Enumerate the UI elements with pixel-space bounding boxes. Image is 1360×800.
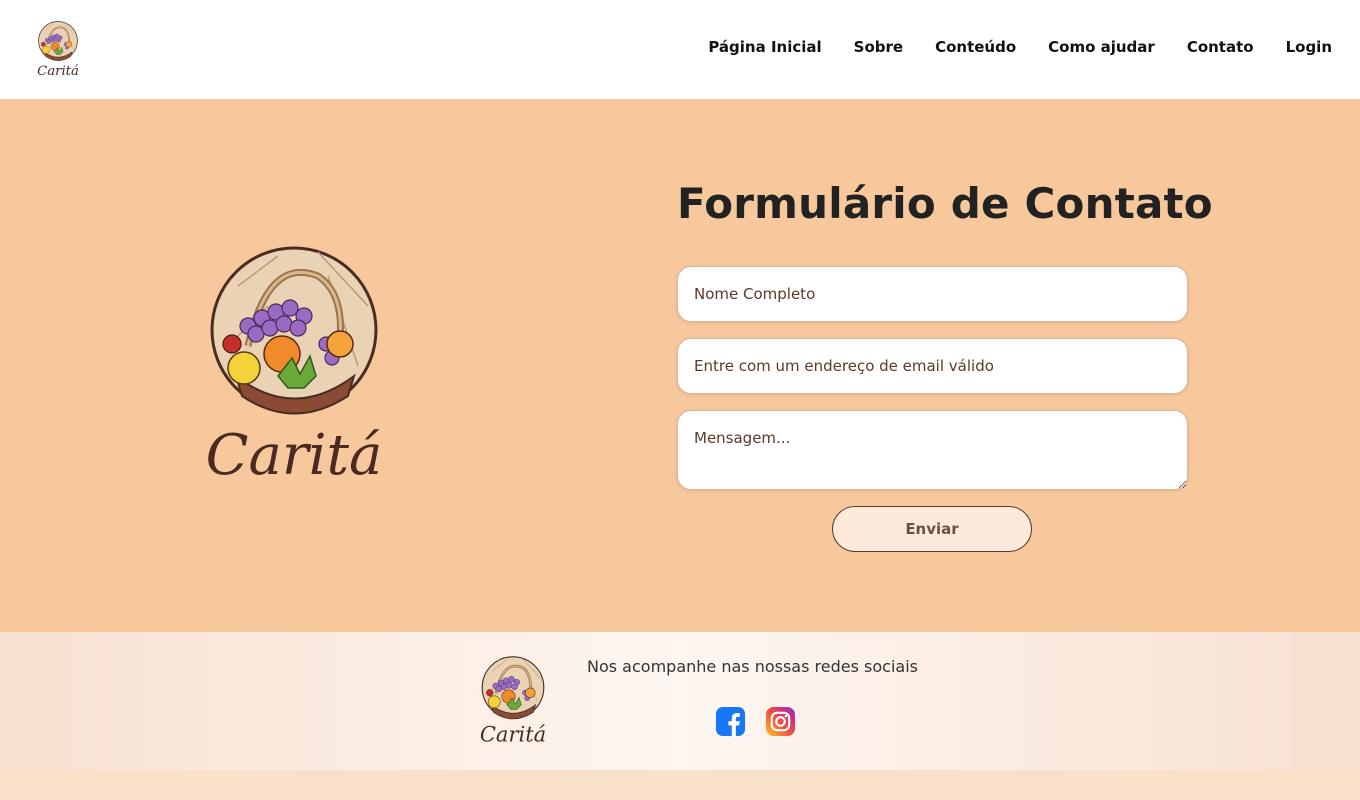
facebook-icon[interactable] — [715, 706, 746, 737]
social-follow-text: Nos acompanhe nas nossas redes sociais — [587, 657, 918, 676]
nav-item-sobre[interactable]: Sobre — [854, 38, 903, 56]
site-header: Página Inicial Sobre Conteúdo Como ajuda… — [0, 0, 1360, 99]
nav-item-como-ajudar[interactable]: Como ajudar — [1048, 38, 1155, 56]
message-textarea[interactable] — [677, 410, 1188, 490]
nav-item-pagina-inicial[interactable]: Página Inicial — [708, 38, 821, 56]
brand-logo[interactable] — [37, 21, 79, 79]
contact-form-title: Formulário de Contato — [677, 179, 1213, 228]
site-footer: Nos acompanhe nas nossas redes sociais — [0, 632, 1360, 770]
footer-brand-logo — [480, 656, 546, 748]
instagram-icon[interactable] — [765, 706, 796, 737]
nav-item-conteudo[interactable]: Conteúdo — [935, 38, 1016, 56]
nav-item-contato[interactable]: Contato — [1187, 38, 1254, 56]
main-nav: Página Inicial Sobre Conteúdo Como ajuda… — [708, 38, 1332, 56]
full-name-input[interactable] — [677, 266, 1188, 322]
send-button[interactable]: Enviar — [832, 506, 1032, 552]
nav-item-login[interactable]: Login — [1286, 38, 1332, 56]
bottom-strip — [0, 770, 1360, 800]
contact-section: Formulário de Contato Enviar — [0, 99, 1360, 632]
email-input[interactable] — [677, 338, 1188, 394]
hero-brand-logo — [208, 246, 380, 491]
